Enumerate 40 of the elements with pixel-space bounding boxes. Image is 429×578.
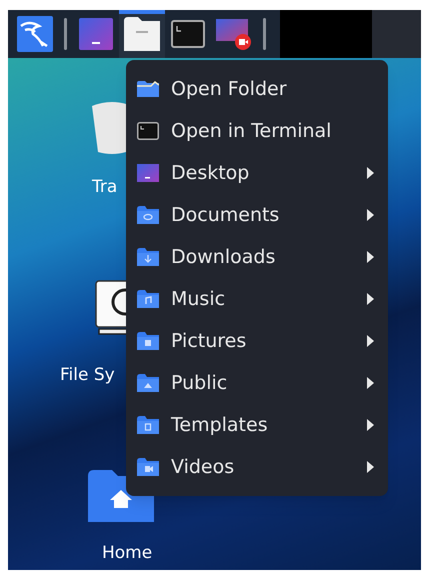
menu-item-label: Templates (171, 412, 269, 438)
terminal-icon (137, 122, 159, 140)
menu-item-label: Downloads (171, 244, 276, 270)
menu-item-label: Public (171, 370, 228, 396)
menu-item-label: Open Folder (171, 76, 288, 102)
menu-item[interactable]: Desktop (126, 152, 388, 194)
panel-area (372, 10, 421, 58)
public-folder-icon (137, 374, 159, 392)
documents-folder-icon (137, 206, 159, 224)
desktop-icon-label: Home (102, 542, 152, 564)
menu-item[interactable]: Open in Terminal (126, 110, 388, 152)
menu-item[interactable]: Open Folder (126, 68, 388, 110)
taskbar-button[interactable] (119, 10, 165, 58)
menu-item-label: Documents (171, 202, 280, 228)
active-indicator (119, 10, 165, 14)
menu-item[interactable]: Downloads (126, 236, 388, 278)
music-folder-icon (137, 290, 159, 308)
menu-item[interactable]: Videos (126, 446, 388, 488)
desktop-icon (137, 164, 159, 182)
menu-item[interactable]: Public (126, 362, 388, 404)
templates-folder-icon (137, 416, 159, 434)
videos-folder-icon (137, 458, 159, 476)
terminal-icon[interactable] (171, 20, 205, 48)
dragon-logo-icon[interactable] (17, 16, 53, 52)
folder-icon (137, 81, 159, 97)
menu-item[interactable]: Music (126, 278, 388, 320)
folder-icon[interactable] (124, 17, 160, 51)
desktop-icon-label: Tra (92, 176, 118, 198)
desktop-icon-label: File Sy (60, 364, 115, 386)
menu-item[interactable]: Templates (126, 404, 388, 446)
menu-item[interactable]: Documents (126, 194, 388, 236)
menu-item-label: Videos (171, 454, 236, 480)
menu-item[interactable]: Pictures (126, 320, 388, 362)
pictures-folder-icon (137, 332, 159, 350)
downloads-folder-icon (137, 248, 159, 266)
screen-recorder-icon[interactable] (216, 17, 252, 51)
menu-item-label: Open in Terminal (171, 118, 332, 144)
menu-item-label: Desktop (171, 160, 250, 186)
menu-item-label: Pictures (171, 328, 248, 354)
menu-item-label: Music (171, 286, 226, 312)
